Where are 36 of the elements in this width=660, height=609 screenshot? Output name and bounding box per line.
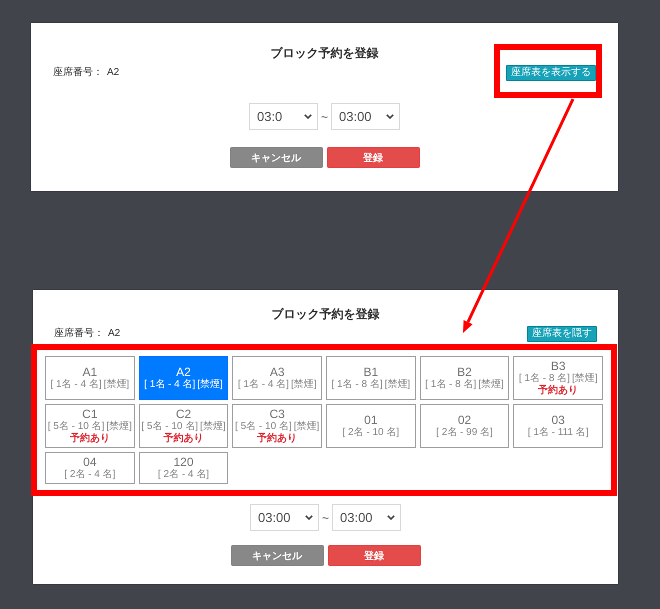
seat-tile[interactable]: 03 [ 1名 - 111 名] [513, 404, 603, 448]
seat-tile[interactable]: 04 [ 2名 - 4 名] [45, 452, 135, 484]
seat-tile[interactable]: 02 [ 2名 - 99 名] [420, 404, 510, 448]
seat-tile[interactable]: C1 [ 5名 - 10 名] [禁煙] 予約あり [45, 404, 135, 448]
seat-tile[interactable]: A2 [ 1名 - 4 名] [禁煙] [138, 356, 228, 400]
seat-map-toggle-button[interactable]: 座席表を表示する [506, 65, 596, 81]
register-button[interactable]: 登録 [328, 545, 420, 566]
seat-tile[interactable]: 120 [ 2名 - 4 名] [138, 452, 228, 484]
seat-tile[interactable]: A1 [ 1名 - 4 名] [禁煙] [45, 356, 135, 400]
dialog-title: ブロック予約を登録 [270, 45, 380, 61]
seat-number-label: 座席番号： [54, 328, 104, 340]
seat-number-value: A2 [107, 67, 120, 79]
dialog-title: ブロック予約を登録 [270, 306, 380, 322]
seat-map-toggle-button[interactable]: 座席表を隠す [527, 326, 597, 342]
chevron-down-icon [387, 515, 395, 520]
start-time-select[interactable]: 03:0 [248, 103, 318, 130]
range-separator: ~ [320, 110, 328, 124]
seat-tile[interactable]: 01 [ 2名 - 10 名] [326, 404, 416, 448]
register-button[interactable]: 登録 [326, 147, 420, 168]
seat-tile[interactable]: C2 [ 5名 - 10 名] [禁煙] 予約あり [138, 404, 228, 448]
seat-number-value: A2 [108, 328, 120, 340]
seat-tile[interactable]: B3 [ 1名 - 8 名] [禁煙] 予約あり [513, 356, 603, 400]
cancel-button[interactable]: キャンセル [230, 545, 324, 566]
seat-tile[interactable]: B1 [ 1名 - 8 名] [禁煙] [326, 356, 416, 400]
chevron-down-icon [304, 114, 312, 119]
seat-tile[interactable]: A3 [ 1名 - 4 名] [禁煙] [232, 356, 322, 400]
range-separator: ~ [322, 510, 329, 524]
seat-tile[interactable]: B2 [ 1名 - 8 名] [禁煙] [420, 356, 510, 400]
seat-number-label: 座席番号： [53, 67, 103, 79]
end-time-select[interactable]: 03:00 [332, 504, 401, 531]
chevron-down-icon [386, 114, 394, 119]
seat-tile[interactable]: C3 [ 5名 - 10 名] [禁煙] 予約あり [232, 404, 322, 448]
end-time-select[interactable]: 03:00 [331, 103, 400, 130]
chevron-down-icon [304, 515, 313, 520]
start-time-select[interactable]: 03:00 [250, 504, 319, 531]
cancel-button[interactable]: キャンセル [230, 147, 322, 168]
